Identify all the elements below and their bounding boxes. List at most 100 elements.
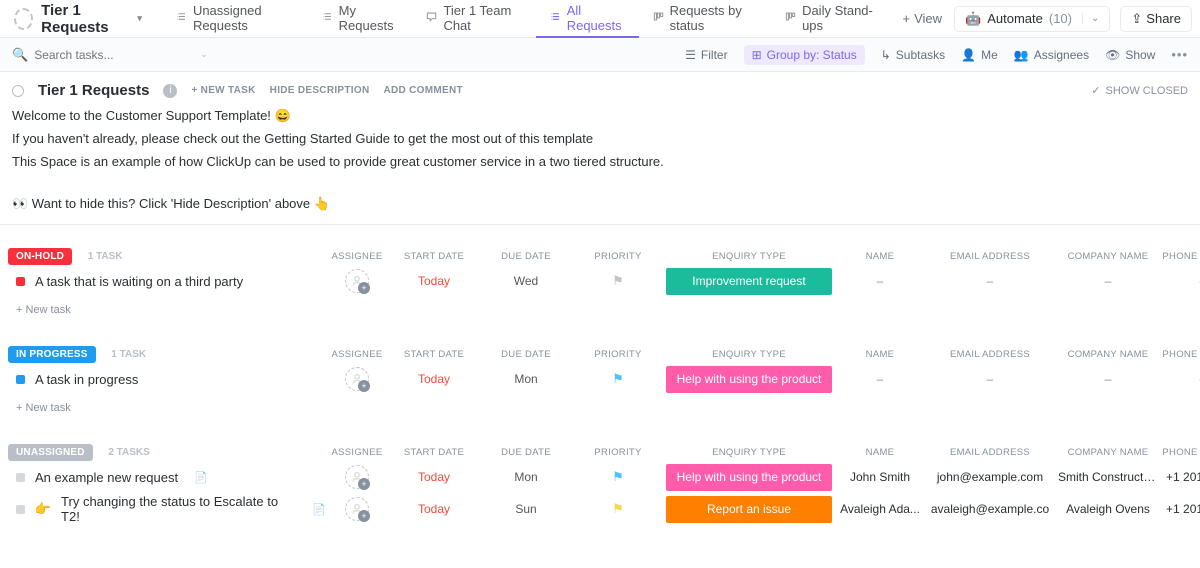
assignee-cell[interactable] (326, 497, 388, 521)
col-enquiry-type[interactable]: ENQUIRY TYPE (664, 447, 834, 458)
tab-team-chat[interactable]: Tier 1 Team Chat (412, 0, 535, 38)
hide-description-button[interactable]: HIDE DESCRIPTION (270, 85, 370, 96)
name-cell[interactable]: – (834, 274, 926, 288)
tab-all-requests[interactable]: All Requests (536, 0, 639, 38)
priority-cell[interactable]: ⚑ (572, 371, 664, 387)
collapse-icon[interactable] (12, 85, 24, 97)
status-pill[interactable]: UNASSIGNED (8, 444, 93, 461)
due-date-cell[interactable]: Sun (480, 502, 572, 516)
task-row[interactable]: 👉 Try changing the status to Escalate to… (0, 493, 1200, 525)
me-button[interactable]: 👤Me (961, 48, 998, 62)
task-name[interactable]: A task that is waiting on a third party (8, 274, 326, 289)
space-icon[interactable] (14, 8, 33, 30)
col-assignee[interactable]: ASSIGNEE (326, 447, 388, 458)
task-row[interactable]: A task in progress Today Mon ⚑ Help with… (0, 363, 1200, 395)
status-dot[interactable] (16, 375, 25, 384)
col-phone[interactable]: PHONE NUMBER (1162, 349, 1200, 360)
col-field-name[interactable]: NAME (834, 447, 926, 458)
status-dot[interactable] (16, 505, 25, 514)
col-phone[interactable]: PHONE NUMBER (1162, 251, 1200, 262)
name-cell[interactable]: – (834, 372, 926, 386)
email-cell[interactable]: – (926, 274, 1054, 288)
tab-unassigned-requests[interactable]: Unassigned Requests (162, 0, 308, 38)
assignee-cell[interactable] (326, 269, 388, 293)
task-name[interactable]: 👉 Try changing the status to Escalate to… (8, 494, 326, 524)
priority-cell[interactable]: ⚑ (572, 469, 664, 485)
new-task-link[interactable]: + New task (0, 395, 1200, 421)
new-task-button[interactable]: NEW TASK (191, 85, 255, 96)
enquiry-cell[interactable]: Report an issue (664, 496, 834, 523)
col-due-date[interactable]: DUE DATE (480, 447, 572, 458)
subtasks-button[interactable]: ↳Subtasks (881, 48, 945, 62)
group-by-button[interactable]: ⊞Group by: Status (744, 45, 865, 65)
start-date-cell[interactable]: Today (388, 470, 480, 484)
name-cell[interactable]: Avaleigh Ada... (834, 502, 926, 516)
col-assignee[interactable]: ASSIGNEE (326, 251, 388, 262)
show-button[interactable]: 👁Show (1105, 48, 1155, 62)
tab-my-requests[interactable]: My Requests (308, 0, 413, 38)
phone-cell[interactable]: – (1162, 274, 1200, 288)
search-input[interactable] (34, 48, 154, 62)
col-phone[interactable]: PHONE NUMBER (1162, 447, 1200, 458)
company-cell[interactable]: Smith Construction (1054, 470, 1162, 484)
phone-cell[interactable]: +1 201 666 666 (1162, 502, 1200, 516)
col-enquiry-type[interactable]: ENQUIRY TYPE (664, 251, 834, 262)
doc-icon[interactable]: 📄 (194, 471, 208, 484)
add-comment-button[interactable]: ADD COMMENT (383, 85, 462, 96)
start-date-cell[interactable]: Today (388, 274, 480, 288)
doc-icon[interactable]: 📄 (312, 503, 326, 516)
col-company[interactable]: COMPANY NAME (1054, 349, 1162, 360)
due-date-cell[interactable]: Mon (480, 470, 572, 484)
space-title[interactable]: Tier 1 Requests ▾ (41, 2, 142, 36)
enquiry-cell[interactable]: Help with using the product (664, 366, 834, 393)
company-cell[interactable]: Avaleigh Ovens (1054, 502, 1162, 516)
phone-cell[interactable]: – (1162, 372, 1200, 386)
assignee-placeholder[interactable] (345, 269, 369, 293)
assignee-placeholder[interactable] (345, 465, 369, 489)
start-date-cell[interactable]: Today (388, 372, 480, 386)
chevron-down-icon[interactable]: ⌄ (200, 49, 208, 60)
filter-button[interactable]: ☰Filter (685, 48, 727, 62)
show-closed-button[interactable]: ✓SHOW CLOSED (1091, 84, 1188, 97)
add-view-button[interactable]: + View (892, 7, 952, 30)
email-cell[interactable]: john@example.com (926, 470, 1054, 484)
col-field-name[interactable]: NAME (834, 251, 926, 262)
col-company[interactable]: COMPANY NAME (1054, 447, 1162, 458)
col-enquiry-type[interactable]: ENQUIRY TYPE (664, 349, 834, 360)
col-start-date[interactable]: START DATE (388, 447, 480, 458)
enquiry-cell[interactable]: Help with using the product (664, 464, 834, 491)
col-due-date[interactable]: DUE DATE (480, 251, 572, 262)
col-due-date[interactable]: DUE DATE (480, 349, 572, 360)
tab-daily-standups[interactable]: Daily Stand-ups (771, 0, 888, 38)
enquiry-cell[interactable]: Improvement request (664, 268, 834, 295)
email-cell[interactable]: avaleigh@example.co (926, 502, 1054, 516)
status-dot[interactable] (16, 277, 25, 286)
task-row[interactable]: A task that is waiting on a third party … (0, 265, 1200, 297)
status-dot[interactable] (16, 473, 25, 482)
new-task-link[interactable]: + New task (0, 297, 1200, 323)
status-pill[interactable]: IN PROGRESS (8, 346, 96, 363)
col-priority[interactable]: PRIORITY (572, 251, 664, 262)
col-email[interactable]: EMAIL ADDRESS (926, 447, 1054, 458)
col-company[interactable]: COMPANY NAME (1054, 251, 1162, 262)
col-priority[interactable]: PRIORITY (572, 447, 664, 458)
col-priority[interactable]: PRIORITY (572, 349, 664, 360)
task-name[interactable]: A task in progress (8, 372, 326, 387)
priority-cell[interactable]: ⚑ (572, 501, 664, 517)
status-pill[interactable]: ON-HOLD (8, 248, 72, 265)
phone-cell[interactable]: +1 201 555 555 (1162, 470, 1200, 484)
due-date-cell[interactable]: Mon (480, 372, 572, 386)
col-start-date[interactable]: START DATE (388, 349, 480, 360)
assignee-placeholder[interactable] (345, 367, 369, 391)
col-email[interactable]: EMAIL ADDRESS (926, 251, 1054, 262)
assignees-button[interactable]: 👥Assignees (1014, 48, 1089, 62)
col-field-name[interactable]: NAME (834, 349, 926, 360)
assignee-placeholder[interactable] (345, 497, 369, 521)
start-date-cell[interactable]: Today (388, 502, 480, 516)
assignee-cell[interactable] (326, 367, 388, 391)
company-cell[interactable]: – (1054, 372, 1162, 386)
company-cell[interactable]: – (1054, 274, 1162, 288)
automate-button[interactable]: 🤖 Automate (10) ⌄ (954, 6, 1110, 32)
col-start-date[interactable]: START DATE (388, 251, 480, 262)
col-assignee[interactable]: ASSIGNEE (326, 349, 388, 360)
